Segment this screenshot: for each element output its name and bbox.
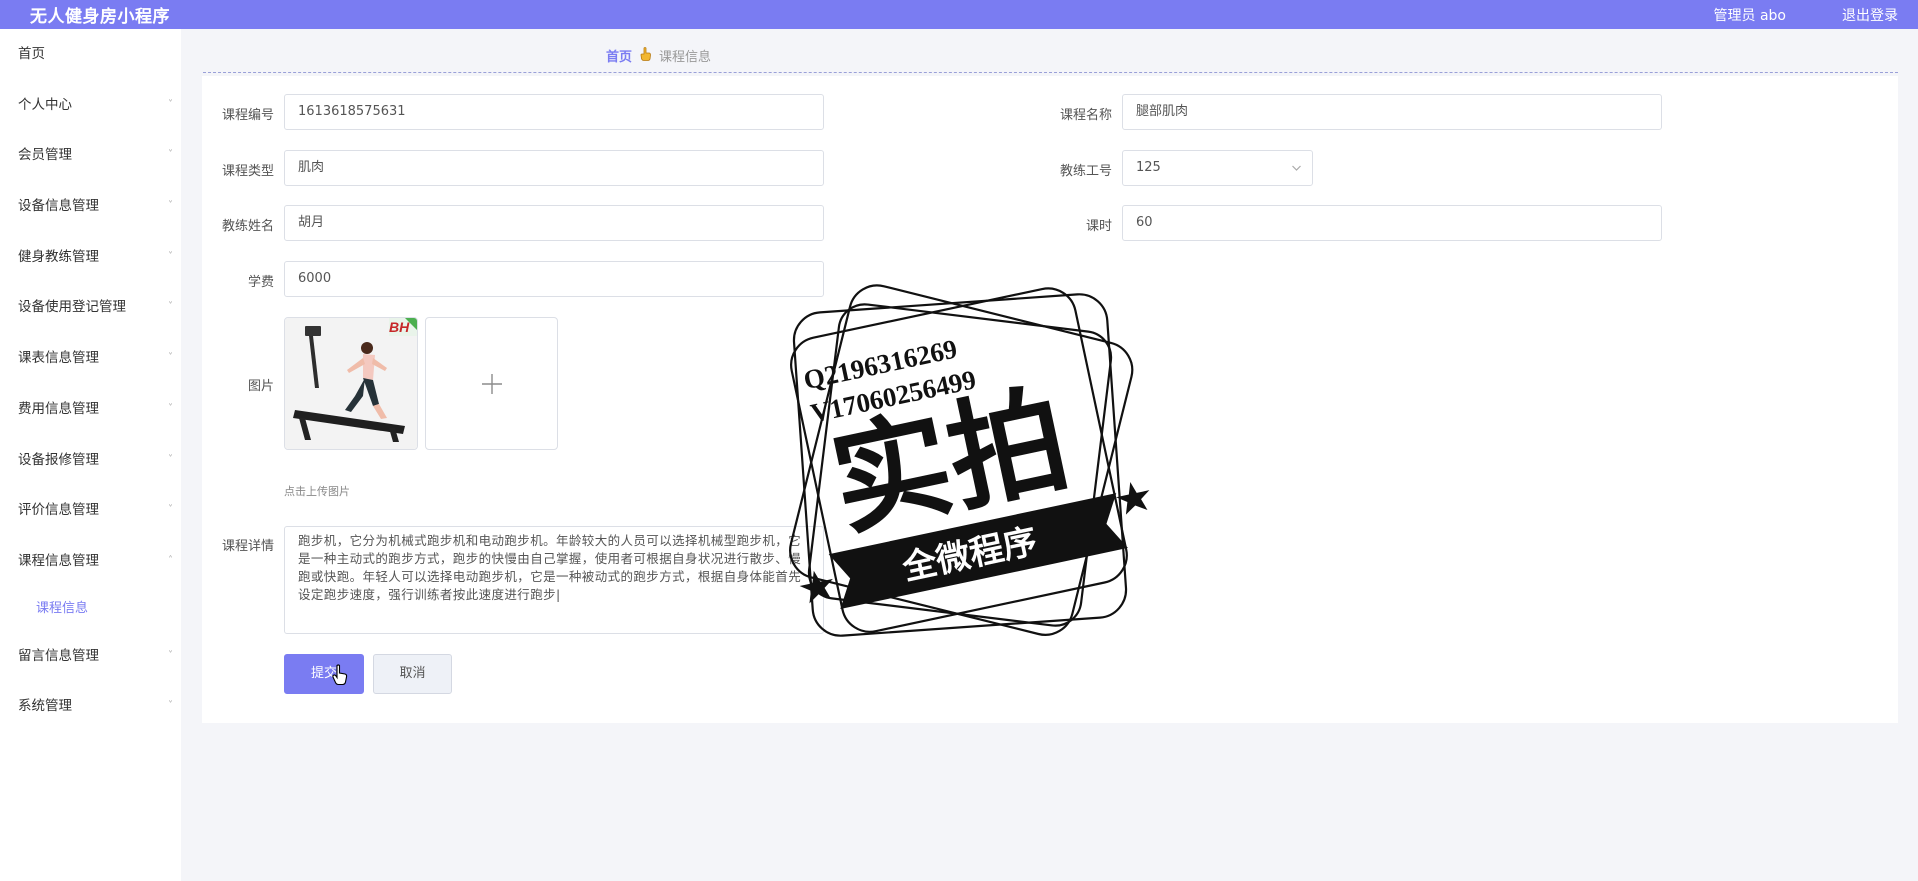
upload-hint: 点击上传图片: [284, 485, 350, 498]
sidebar-item-course-info-management[interactable]: 课程信息管理 ˄: [0, 536, 181, 587]
sidebar-item-label: 留言信息管理: [18, 647, 99, 664]
course-type-label: 课程类型: [221, 164, 274, 179]
sidebar-item-label: 费用信息管理: [18, 400, 99, 417]
chevron-down-icon: ˅: [168, 149, 173, 161]
finger-pointing-icon: [640, 47, 655, 64]
cancel-button[interactable]: 取消: [373, 654, 452, 694]
divider: [203, 72, 1898, 73]
hours-input[interactable]: 60: [1122, 205, 1662, 241]
sidebar-item-equipment-repair[interactable]: 设备报修管理 ˅: [0, 435, 181, 486]
chevron-down-icon: ˅: [168, 352, 173, 364]
sidebar-item-system-management[interactable]: 系统管理 ˅: [0, 681, 181, 732]
sidebar-item-review-info[interactable]: 评价信息管理 ˅: [0, 485, 181, 536]
plus-icon: [426, 318, 557, 449]
uploaded-image-thumbnail[interactable]: BH: [284, 317, 418, 450]
sidebar-item-label: 课表信息管理: [18, 350, 99, 367]
course-name-input[interactable]: 腿部肌肉: [1122, 94, 1662, 130]
sidebar-item-coach-management[interactable]: 健身教练管理 ˅: [0, 232, 181, 283]
chevron-up-icon: ˄: [168, 554, 173, 566]
sidebar-item-label: 首页: [18, 46, 45, 62]
breadcrumb: 首页 课程信息: [606, 46, 711, 65]
chevron-down-icon: ˅: [168, 200, 173, 212]
course-type-input[interactable]: 肌肉: [284, 150, 824, 186]
image-label: 图片: [247, 379, 274, 394]
coach-name-input[interactable]: 胡月: [284, 205, 824, 241]
sidebar-item-equipment-usage[interactable]: 设备使用登记管理 ˅: [0, 282, 181, 333]
coach-id-select[interactable]: 125: [1122, 150, 1313, 186]
fee-label: 学费: [247, 275, 274, 290]
hand-cursor-icon: [332, 664, 348, 686]
hours-label: 课时: [1085, 219, 1112, 234]
breadcrumb-home-link[interactable]: 首页: [606, 50, 632, 65]
chevron-down-icon: [1291, 151, 1302, 199]
detail-label: 课程详情: [221, 539, 274, 554]
sidebar: 首页 个人中心 ˅ 会员管理 ˅ 设备信息管理 ˅ 健身教练管理 ˅ 设备使用登记管理 ˅…: [0, 29, 181, 881]
sidebar-item-label: 会员管理: [18, 147, 72, 164]
course-detail-textarea[interactable]: 跑步机，它分为机械式跑步机和电动跑步机。年龄较大的人员可以选择机械型跑步机，它是…: [284, 526, 824, 634]
sidebar-item-label: 个人中心: [18, 96, 72, 113]
watermark-stamp: Q2196316269 V17060256499 实拍 全微程序: [789, 284, 1150, 637]
sidebar-item-label: 设备信息管理: [18, 198, 99, 215]
app-title: 无人健身房小程序: [30, 7, 170, 27]
chevron-down-icon: ˅: [168, 250, 173, 262]
cancel-label: 取消: [399, 666, 426, 681]
chevron-down-icon: ˅: [168, 98, 173, 110]
sidebar-item-label: 健身教练管理: [18, 248, 99, 265]
thumb-badge-text: BH: [389, 319, 410, 335]
image-upload-button[interactable]: [425, 317, 558, 450]
sidebar-item-equipment-info[interactable]: 设备信息管理 ˅: [0, 181, 181, 232]
coach-id-value: 125: [1136, 160, 1161, 175]
chevron-down-icon: ˅: [168, 700, 173, 712]
sidebar-item-message-management[interactable]: 留言信息管理 ˅: [0, 631, 181, 682]
coach-id-label: 教练工号: [1059, 164, 1112, 179]
breadcrumb-current: 课程信息: [658, 50, 711, 65]
chevron-down-icon: ˅: [168, 504, 173, 516]
sidebar-item-label: 课程信息管理: [18, 552, 99, 569]
sidebar-item-label: 设备报修管理: [18, 451, 99, 468]
course-name-label: 课程名称: [1059, 108, 1112, 123]
sidebar-item-label: 系统管理: [18, 698, 72, 715]
sidebar-item-member-management[interactable]: 会员管理 ˅: [0, 130, 181, 181]
chevron-down-icon: ˅: [168, 649, 173, 661]
sidebar-item-home[interactable]: 首页: [0, 29, 181, 80]
chevron-down-icon: ˅: [168, 402, 173, 414]
sidebar-item-label: 设备使用登记管理: [18, 299, 126, 316]
chevron-down-icon: ˅: [168, 301, 173, 313]
logout-button[interactable]: 退出登录: [1842, 5, 1898, 25]
coach-name-label: 教练姓名: [221, 219, 274, 234]
admin-user-label: 管理员 abo: [1713, 8, 1786, 24]
submit-button[interactable]: 提交: [284, 654, 364, 694]
sidebar-subitem-course-info[interactable]: 课程信息: [0, 587, 181, 631]
sidebar-item-personal-center[interactable]: 个人中心 ˅: [0, 80, 181, 131]
course-id-input[interactable]: 1613618575631: [284, 94, 824, 130]
course-id-label: 课程编号: [221, 108, 274, 123]
fee-input[interactable]: 6000: [284, 261, 824, 297]
chevron-down-icon: ˅: [168, 453, 173, 465]
sidebar-item-schedule-info[interactable]: 课表信息管理 ˅: [0, 333, 181, 384]
sidebar-item-fee-info[interactable]: 费用信息管理 ˅: [0, 384, 181, 435]
top-bar: 无人健身房小程序 管理员 abo 退出登录: [0, 0, 1918, 29]
sidebar-item-label: 评价信息管理: [18, 502, 99, 519]
